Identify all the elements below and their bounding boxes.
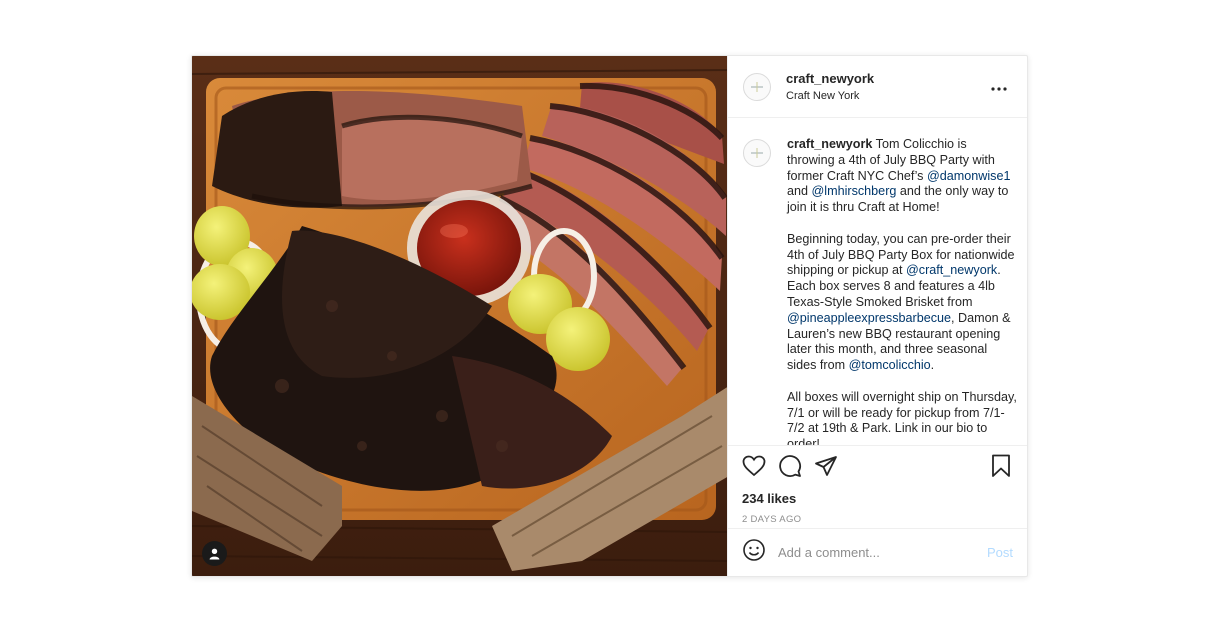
comment-button[interactable] [778, 454, 802, 483]
user-tag-icon [208, 547, 221, 560]
comment-input[interactable] [778, 545, 987, 560]
username-link[interactable]: craft_newyork [786, 71, 987, 87]
comment-row: Post [728, 528, 1027, 576]
share-button[interactable] [814, 454, 838, 483]
save-button[interactable] [989, 454, 1013, 483]
actions-section: 234 likes 2 DAYS AGO [728, 445, 1027, 528]
post-comment-button[interactable]: Post [987, 545, 1013, 560]
caption-avatar[interactable] [743, 139, 771, 167]
more-options-button[interactable] [987, 75, 1011, 99]
mention-link[interactable]: @craft_newyork [906, 263, 997, 277]
caption-username[interactable]: craft_newyork [787, 137, 872, 151]
mention-link[interactable]: @pineappleexpressbarbecue [787, 311, 951, 325]
post-timestamp[interactable]: 2 DAYS AGO [742, 514, 1013, 526]
location-link[interactable]: Craft New York [786, 89, 987, 103]
post-photo[interactable] [192, 56, 727, 576]
smiley-icon [742, 538, 766, 567]
post-side-panel: craft_newyork Craft New York craft_newyo… [727, 56, 1027, 576]
post-header: craft_newyork Craft New York [728, 56, 1027, 118]
bbq-brisket-photo [192, 56, 727, 576]
caption-area[interactable]: craft_newyork Tom Colicchio is throwing … [728, 118, 1027, 445]
mention-link[interactable]: @lmhirschberg [812, 184, 897, 198]
likes-count[interactable]: 234 likes [742, 491, 1013, 507]
header-text: craft_newyork Craft New York [786, 71, 987, 103]
actions-row [742, 454, 1013, 483]
avatar[interactable] [743, 72, 771, 101]
more-options-icon [991, 78, 1007, 96]
instagram-post-card: craft_newyork Craft New York craft_newyo… [191, 55, 1028, 577]
caption-text: craft_newyork Tom Colicchio is throwing … [787, 137, 1017, 445]
emoji-button[interactable] [742, 538, 766, 567]
heart-icon [742, 455, 766, 482]
like-button[interactable] [742, 455, 766, 482]
bookmark-icon [991, 454, 1011, 483]
mention-link[interactable]: @damonwise1 [927, 169, 1011, 183]
paper-plane-icon [814, 454, 838, 483]
mention-link[interactable]: @tomcolicchio [849, 358, 931, 372]
comment-bubble-icon [778, 454, 802, 483]
user-tags-button[interactable] [202, 541, 227, 566]
